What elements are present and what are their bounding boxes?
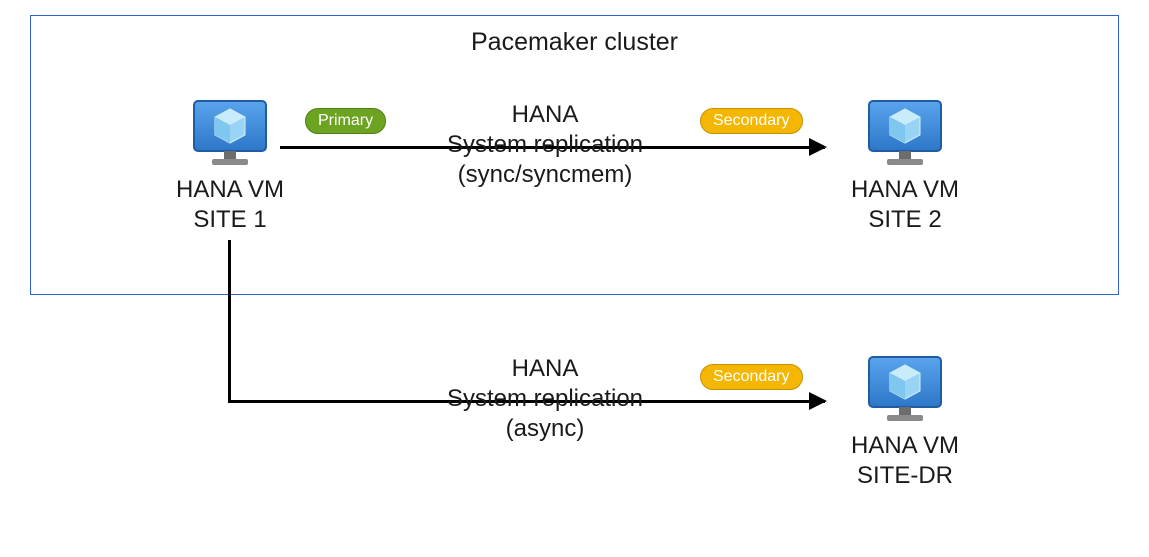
vm-dr-site: SITE-DR (850, 461, 960, 491)
vm-site2-name: HANA VM (850, 175, 960, 205)
vm-site2-site: SITE 2 (850, 205, 960, 235)
vm-icon (865, 353, 945, 423)
secondary-badge-dr: Secondary (700, 364, 803, 390)
vm-site1-site: SITE 1 (175, 205, 285, 235)
vm-icon (865, 97, 945, 167)
vm-site-dr: HANA VM SITE-DR (850, 353, 960, 491)
arrow-down-from-site1 (228, 240, 231, 403)
vm-site1-name: HANA VM (175, 175, 285, 205)
cluster-title: Pacemaker cluster (0, 28, 1149, 57)
diagram-canvas: Pacemaker cluster HANA VM SITE 1 HANA VM… (0, 0, 1149, 557)
vm-icon (190, 97, 270, 167)
vm-site1: HANA VM SITE 1 (175, 97, 285, 235)
vm-dr-name: HANA VM (850, 431, 960, 461)
primary-badge: Primary (305, 108, 386, 134)
vm-site2: HANA VM SITE 2 (850, 97, 960, 235)
replication-label-async: HANA System replication (async) (395, 354, 695, 444)
secondary-badge-site2: Secondary (700, 108, 803, 134)
replication-label-sync: HANA System replication (sync/syncmem) (395, 100, 695, 190)
